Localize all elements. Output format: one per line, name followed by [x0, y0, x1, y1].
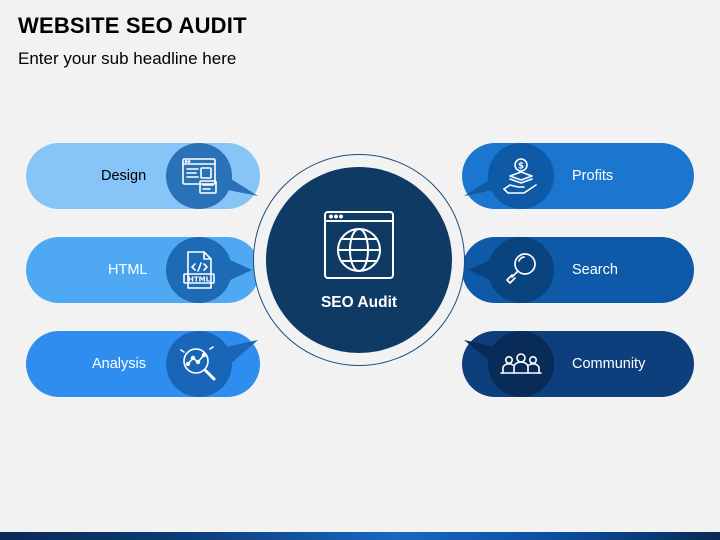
hub-label: SEO Audit: [320, 294, 398, 311]
pointer-analysis: [222, 340, 258, 366]
label-profits: Profits: [572, 168, 614, 184]
html-file-icon: HTML: [166, 237, 232, 303]
label-analysis: Analysis: [92, 356, 146, 372]
pointer-design: [220, 172, 258, 196]
pointer-html: [226, 258, 252, 282]
label-design: Design: [101, 168, 147, 184]
pointer-profits: [464, 172, 502, 196]
hub-circle: SEO Audit: [266, 167, 452, 353]
label-community: Community: [572, 356, 646, 372]
label-html: HTML: [108, 262, 148, 278]
page-title: WEBSITE SEO AUDIT: [18, 13, 247, 38]
pointer-community: [464, 340, 500, 366]
bottom-accent-bar: [0, 532, 720, 540]
page-subtitle: Enter your sub headline here: [18, 49, 237, 68]
pointer-search: [468, 258, 494, 282]
search-icon: [488, 237, 554, 303]
svg-text:HTML: HTML: [188, 276, 211, 284]
globe-browser-icon: [324, 211, 394, 279]
label-search: Search: [572, 262, 618, 278]
svg-text:$: $: [518, 162, 524, 172]
